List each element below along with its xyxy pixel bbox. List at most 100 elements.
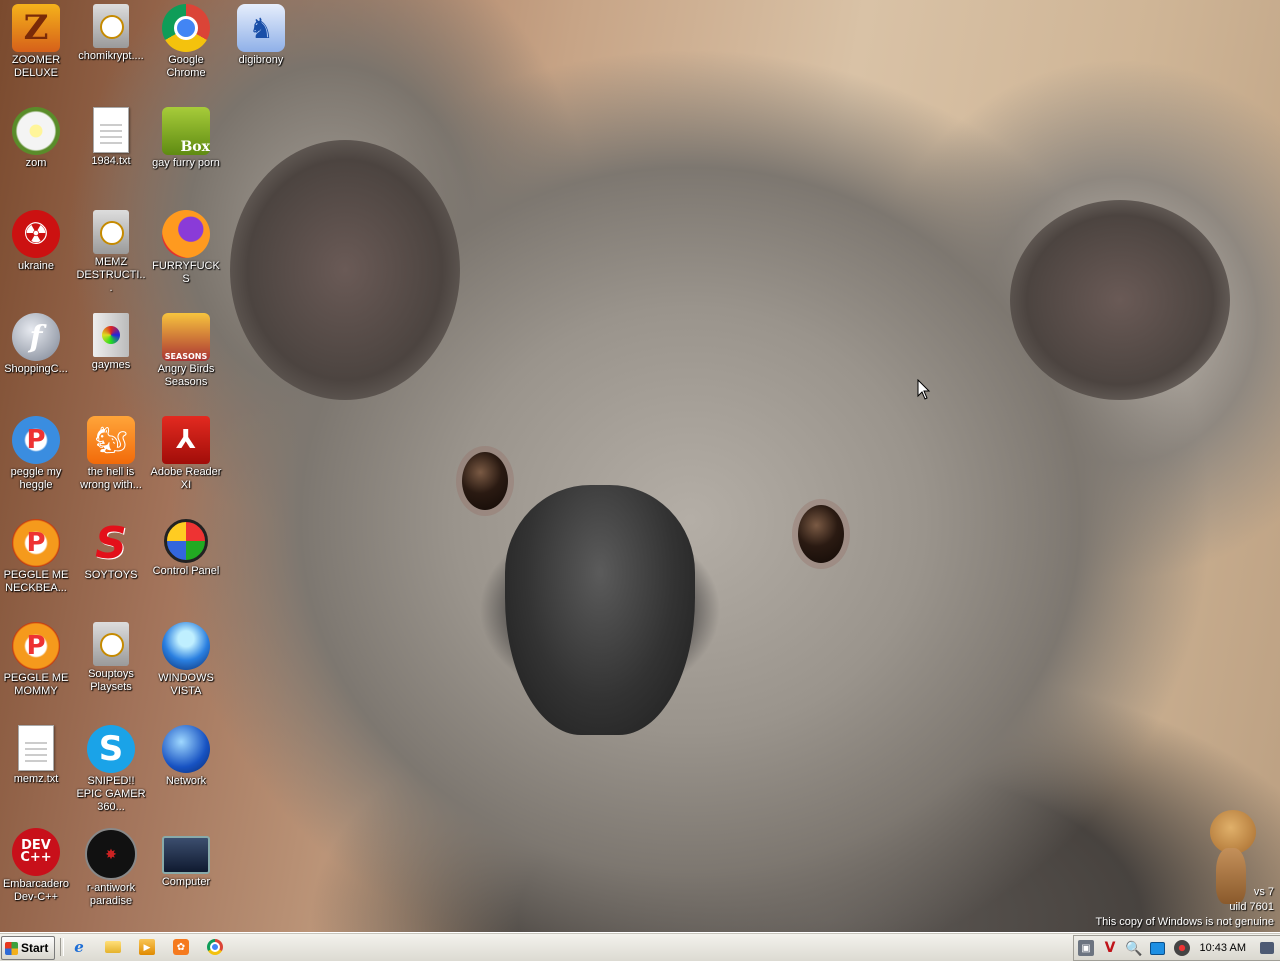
tray-app-icon[interactable]: ▣ [1078, 940, 1094, 956]
desktop-icon[interactable]: Computer [150, 828, 222, 889]
uc-browser-icon: 🐿 [87, 416, 135, 464]
desktop-icon-label: Adobe Reader XI [150, 466, 222, 491]
angry-birds-icon: SEASONS [162, 313, 210, 361]
flower-icon [12, 107, 60, 155]
desktop-icon-label: ZOOMER DELUXE [11, 54, 61, 79]
media-icon[interactable] [1174, 940, 1190, 956]
desktop-icon-label: gay furry porn [152, 157, 220, 169]
games-folder-icon [93, 313, 129, 357]
desktop-icon[interactable]: ⅄ Adobe Reader XI [150, 416, 222, 492]
control-panel-icon [164, 519, 208, 563]
network-status-icon[interactable] [1150, 942, 1165, 955]
desktop-wallpaper[interactable]: Z ZOOMER DELUXE chomikrypt.... Google Chrom… [0, 0, 1280, 932]
desktop-icon-label: Embarcadero Dev-C++ [2, 878, 70, 903]
executable-icon [93, 210, 129, 254]
desktop-icon-label: gaymes [91, 359, 131, 371]
desktop-icon[interactable]: P PEGGLE ME NECKBEA... [0, 519, 72, 595]
desktop-icon-label: 1984.txt [91, 155, 131, 167]
desktop-icon[interactable]: Network [150, 725, 222, 788]
search-icon[interactable]: 🔍 [1125, 940, 1142, 956]
watermark-line1: vs 7 [1253, 886, 1274, 898]
desktop-icon[interactable]: Control Panel [150, 519, 222, 578]
executable-icon [93, 4, 129, 48]
clock[interactable]: 10:43 AM [1200, 942, 1246, 954]
system-tray: ▣ V 🔍 10:43 AM [1073, 935, 1280, 961]
chrome-icon[interactable] [207, 939, 223, 955]
text-file-icon [18, 725, 54, 771]
watermark-line3: This copy of Windows is not genuine [1095, 916, 1274, 928]
zoomer-game-icon: Z [12, 4, 60, 52]
desktop-icon-label: FURRYFUCKS [152, 260, 220, 285]
desktop-icon[interactable]: SEASONS Angry Birds Seasons [150, 313, 222, 389]
desktop-icon[interactable]: ☢ ukraine [0, 210, 72, 273]
peggle-orange-icon: P [12, 519, 60, 567]
media-player-icon[interactable]: ▶ [139, 939, 155, 955]
desktop-icon[interactable]: MEMZ DESTRUCTI... [75, 210, 147, 295]
desktop-icon-label: Control Panel [152, 565, 220, 577]
desktop-icon-label: WINDOWS VISTA [158, 672, 214, 697]
antiwork-icon: ✸ [85, 828, 137, 880]
desktop-icon-label: SNIPED!! EPIC GAMER 360... [76, 775, 146, 813]
desktop-icon[interactable]: ♞ digibrony [225, 4, 297, 67]
desktop-icon[interactable]: ✸ r-antiwork paradise [75, 828, 147, 908]
desktop-icon-label: Angry Birds Seasons [157, 363, 215, 388]
desktop-icon-label: zom [25, 157, 47, 169]
internet-explorer-icon[interactable]: e [71, 938, 87, 956]
desktop-icon-label: PEGGLE ME NECKBEA... [3, 569, 69, 594]
desktop-icon-label: ukraine [17, 260, 55, 272]
desktop-icon[interactable]: zom [0, 107, 72, 170]
start-button[interactable]: Start [1, 936, 55, 960]
desktop-icon-label: chomikrypt.... [78, 50, 144, 62]
desktop-icon[interactable]: Ppeggle my heggle [0, 416, 72, 492]
devcpp-icon: DEV C++ [12, 828, 60, 876]
skype-icon: S [87, 725, 135, 773]
desktop-icon-label: memz.txt [13, 773, 59, 785]
desktop-icon[interactable]: Z ZOOMER DELUXE [0, 4, 72, 80]
box-game-icon: Box [162, 107, 210, 155]
desktop-icon[interactable]: 🐿 the hell is wrong with... [75, 416, 147, 492]
taskbar: Start e ▶ ✿ ▣ V 🔍 10:43 AM [0, 932, 1280, 961]
koala-ear-decoration [230, 140, 460, 400]
desktop-icon[interactable]: 1984.txt [75, 107, 147, 168]
network-globe-icon [162, 725, 210, 773]
desktop-icon-label: digibrony [238, 54, 284, 66]
desktop-icon[interactable]: memz.txt [0, 725, 72, 786]
start-label: Start [21, 941, 49, 955]
peggle-orange-icon: P [12, 622, 60, 670]
desktop-icon-label: the hell is wrong with... [80, 466, 142, 491]
firefox-icon [162, 210, 210, 258]
soytoys-icon: S [95, 517, 127, 569]
desktop-icon-label: ShoppingC... [4, 363, 68, 375]
flash-icon: f [12, 313, 60, 361]
uc-browser-icon[interactable]: ✿ [173, 939, 189, 955]
desktop-icon[interactable]: Box gay furry porn [150, 107, 222, 170]
desktop-icon-label: peggle my heggle [10, 466, 62, 491]
show-desktop-icon[interactable] [1260, 942, 1274, 954]
executable-icon [93, 622, 129, 666]
desktop-icon[interactable]: P PEGGLE ME MOMMY [0, 622, 72, 698]
desktop-icon[interactable]: S SNIPED!! EPIC GAMER 360... [75, 725, 147, 814]
folder-icon[interactable] [105, 941, 121, 953]
desktop-icon[interactable]: Google Chrome [150, 4, 222, 80]
watermark-line2: uild 7601 [1229, 901, 1274, 913]
desktop-icon[interactable]: DEV C++ Embarcadero Dev-C++ [0, 828, 72, 904]
desktop-icon[interactable]: Souptoys Playsets [75, 622, 147, 694]
desktop-icon-label: Network [165, 775, 207, 787]
text-file-icon [93, 107, 129, 153]
desktop-icon[interactable]: S SOYTOYS [75, 517, 147, 582]
koala-ear-decoration [1010, 200, 1230, 400]
desktop-icon[interactable]: chomikrypt.... [75, 4, 147, 63]
desktop-icon[interactable]: f ShoppingC... [0, 313, 72, 376]
koala-nose-decoration [505, 485, 695, 735]
desktop-icon-label: r-antiwork paradise [86, 882, 136, 907]
blue-app-icon: ♞ [237, 4, 285, 52]
desktop-icon[interactable]: gaymes [75, 313, 147, 372]
desktop-icon-label: Souptoys Playsets [88, 668, 134, 693]
vivaldi-icon[interactable]: V [1102, 940, 1118, 956]
desktop-icon[interactable]: FURRYFUCKS [150, 210, 222, 286]
desktop-icon-label: Google Chrome [166, 54, 206, 79]
windows-flag-icon [5, 941, 18, 955]
taskbar-separator [60, 938, 64, 956]
desktop-icon[interactable]: WINDOWS VISTA [150, 622, 222, 698]
windows-watermark: vs 7 uild 7601 This copy of Windows is n… [1095, 885, 1274, 930]
